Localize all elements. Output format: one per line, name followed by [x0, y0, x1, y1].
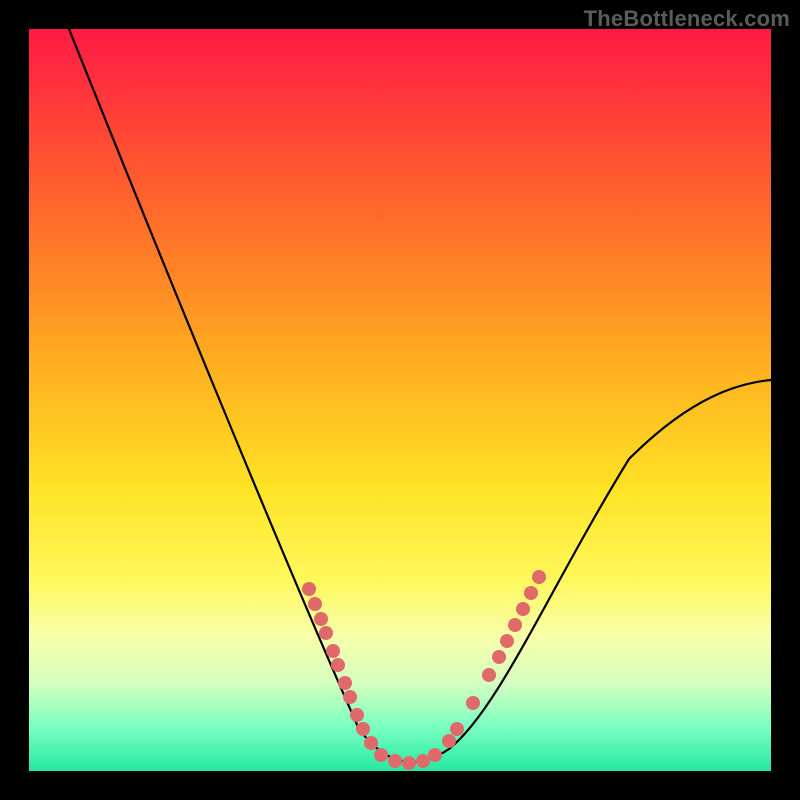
marker-bottom-0 — [374, 748, 388, 762]
marker-left-6 — [338, 676, 352, 690]
watermark-text: TheBottleneck.com — [584, 6, 790, 32]
marker-bottom-1 — [388, 754, 402, 768]
marker-left-8 — [350, 708, 364, 722]
marker-right-4 — [492, 650, 506, 664]
marker-bottom-3 — [416, 754, 430, 768]
marker-left-10 — [364, 736, 378, 750]
marker-right-2 — [466, 696, 480, 710]
marker-bottom-4 — [428, 748, 442, 762]
marker-left-7 — [343, 690, 357, 704]
marker-right-7 — [516, 602, 530, 616]
marker-right-5 — [500, 634, 514, 648]
marker-bottom-2 — [402, 756, 416, 770]
marker-right-3 — [482, 668, 496, 682]
chart-plot-area — [29, 29, 771, 771]
marker-right-6 — [508, 618, 522, 632]
marker-left-1 — [308, 597, 322, 611]
marker-left-4 — [326, 644, 340, 658]
marker-left-9 — [356, 722, 370, 736]
chart-svg — [29, 29, 771, 771]
marker-right-1 — [450, 722, 464, 736]
marker-left-5 — [331, 658, 345, 672]
marker-left-0 — [302, 582, 316, 596]
marker-left-2 — [314, 612, 328, 626]
marker-right-9 — [532, 570, 546, 584]
bottleneck-curve — [65, 19, 789, 762]
marker-left-3 — [319, 626, 333, 640]
marker-right-0 — [442, 734, 456, 748]
marker-right-8 — [524, 586, 538, 600]
